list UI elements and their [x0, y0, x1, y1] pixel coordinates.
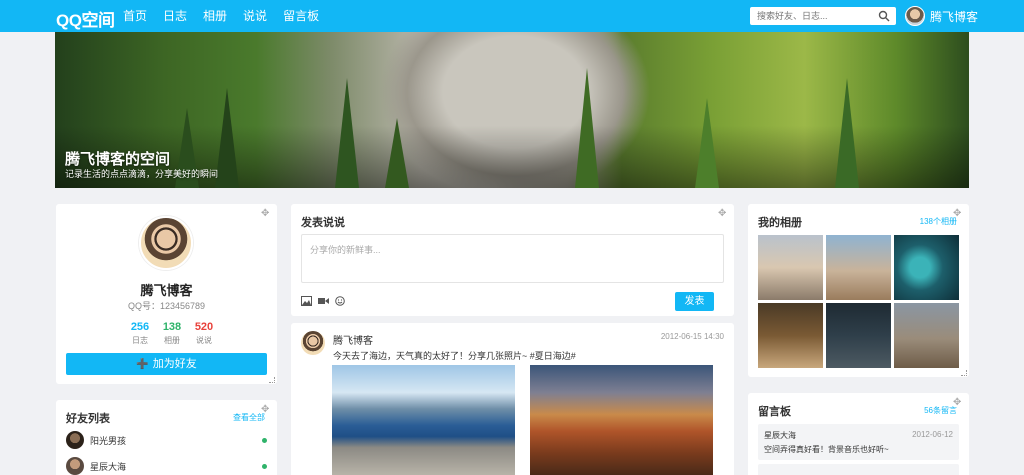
post-composer-card: 发表说说 ✥ 分享你的新鲜事... 发表 — [291, 204, 734, 316]
profile-qq-number: QQ号：123456789 — [127, 301, 206, 311]
profile-avatar[interactable] — [139, 216, 193, 270]
composer-toolbar — [301, 296, 345, 306]
albums-title: 我的相册 — [758, 217, 802, 229]
post-photo-fjord[interactable] — [332, 365, 515, 475]
message-author: 星辰大海 — [764, 431, 796, 440]
banner-tree-decoration — [335, 78, 359, 188]
add-user-icon: ➕ — [136, 359, 149, 370]
cover-banner: 腾飞博客的空间 记录生活的点点滴滴，分享美好的瞬间 — [55, 32, 969, 188]
stat-label: 日志 — [132, 336, 148, 345]
album-thumb[interactable] — [894, 235, 959, 300]
album-grid — [758, 235, 959, 368]
friend-name: 阳光男孩 — [90, 435, 127, 446]
album-thumb[interactable] — [758, 235, 823, 300]
site-logo[interactable]: QQ空间 — [56, 6, 115, 31]
banner-tree-decoration — [835, 78, 859, 188]
nav-item-status[interactable]: 说说 — [243, 0, 267, 32]
image-icon[interactable] — [301, 296, 312, 306]
message-text: 空间弄得真好看！背景音乐也好听~ — [764, 445, 889, 454]
guestbook-title: 留言板 — [758, 406, 791, 418]
feed-post-card: 腾飞博客 2012-06-15 14:30 今天去了海边，天气真的太好了！分享几… — [291, 323, 734, 475]
user-menu[interactable]: 腾飞博客 — [905, 6, 978, 26]
stat-album[interactable]: 138 相册 — [158, 321, 186, 346]
album-thumb[interactable] — [826, 235, 891, 300]
search-box — [750, 7, 896, 25]
user-name[interactable]: 腾飞博客 — [930, 8, 978, 25]
stat-status[interactable]: 520 说说 — [190, 321, 218, 346]
nav-item-album[interactable]: 相册 — [203, 0, 227, 32]
move-handle-icon[interactable]: ✥ — [261, 209, 271, 219]
banner-tree-decoration — [215, 88, 239, 188]
friend-avatar — [66, 457, 84, 475]
status-input[interactable]: 分享你的新鲜事... — [301, 234, 724, 283]
user-avatar[interactable] — [905, 6, 925, 26]
profile-stats: 256 日志 138 相册 520 说说 — [126, 321, 218, 346]
nav-item-home[interactable]: 首页 — [123, 0, 147, 32]
search-icon[interactable] — [878, 10, 890, 22]
top-navigation-bar: QQ空间 首页 日志 相册 说说 留言板 腾飞博客 — [0, 0, 1024, 32]
friend-item[interactable]: 星辰大海 — [66, 457, 267, 475]
resize-handle[interactable] — [269, 377, 275, 383]
space-subtitle: 记录生活的点点滴滴，分享美好的瞬间 — [65, 169, 219, 179]
stat-label: 相册 — [164, 336, 180, 345]
guestbook-message[interactable]: 星辰大海 2012-06-12 空间弄得真好看！背景音乐也好听~ — [758, 424, 959, 460]
banner-tree-decoration — [695, 98, 719, 188]
friends-title: 好友列表 — [66, 413, 110, 425]
friend-avatar — [66, 431, 84, 449]
post-text: 今天去了海边，天气真的太好了！分享几张照片~ #夏日海边# — [333, 351, 576, 361]
post-author-name[interactable]: 腾飞博客 — [333, 332, 373, 347]
online-status-icon — [262, 438, 267, 443]
nav-item-blog[interactable]: 日志 — [163, 0, 187, 32]
friend-name: 星辰大海 — [90, 461, 127, 472]
post-submit-button[interactable]: 发表 — [675, 292, 714, 311]
guestbook-card: 留言板 56条留言 ✥ 星辰大海 2012-06-12 空间弄得真好看！背景音乐… — [748, 393, 969, 475]
video-icon[interactable] — [318, 296, 329, 306]
move-handle-icon[interactable]: ✥ — [953, 209, 963, 219]
profile-name: 腾飞博客 — [140, 283, 193, 298]
stat-blog[interactable]: 256 日志 — [126, 321, 154, 346]
friend-item[interactable]: 阳光男孩 — [66, 431, 267, 449]
banner-tree-decoration — [575, 68, 599, 188]
album-thumb[interactable] — [826, 303, 891, 368]
post-photo-canyon[interactable] — [530, 365, 713, 475]
friends-card: 好友列表 查看全部 ✥ 阳光男孩 星辰大海 — [56, 400, 277, 475]
post-timestamp: 2012-06-15 14:30 — [660, 332, 724, 341]
move-handle-icon[interactable]: ✥ — [718, 209, 728, 219]
post-author-avatar[interactable] — [301, 331, 325, 355]
resize-handle[interactable] — [961, 370, 967, 376]
message-date: 2012-06-12 — [912, 430, 953, 439]
stat-value: 520 — [194, 321, 214, 333]
albums-card: 我的相册 138个相册 ✥ — [748, 204, 969, 377]
banner-tree-decoration — [385, 118, 409, 188]
add-friend-button[interactable]: ➕ 加为好友 — [66, 353, 267, 375]
emoji-icon[interactable] — [335, 296, 345, 306]
album-thumb[interactable] — [894, 303, 959, 368]
guestbook-message[interactable] — [758, 464, 959, 475]
stat-value: 256 — [130, 321, 150, 333]
stat-label: 说说 — [196, 336, 212, 345]
nav-item-guestbook[interactable]: 留言板 — [283, 0, 319, 32]
search-input[interactable] — [750, 7, 870, 25]
composer-title: 发表说说 — [301, 217, 345, 229]
profile-card: ✥ 腾飞博客 QQ号：123456789 256 日志 138 相册 520 说… — [56, 204, 277, 384]
add-friend-label: 加为好友 — [152, 358, 197, 370]
online-status-icon — [262, 464, 267, 469]
move-handle-icon[interactable]: ✥ — [953, 398, 963, 408]
main-nav: 首页 日志 相册 说说 留言板 — [123, 0, 335, 32]
stat-value: 138 — [162, 321, 182, 333]
albums-count-link[interactable]: 138个相册 — [920, 216, 957, 227]
space-title: 腾飞博客的空间 — [65, 151, 171, 168]
move-handle-icon[interactable]: ✥ — [261, 405, 271, 415]
album-thumb[interactable] — [758, 303, 823, 368]
